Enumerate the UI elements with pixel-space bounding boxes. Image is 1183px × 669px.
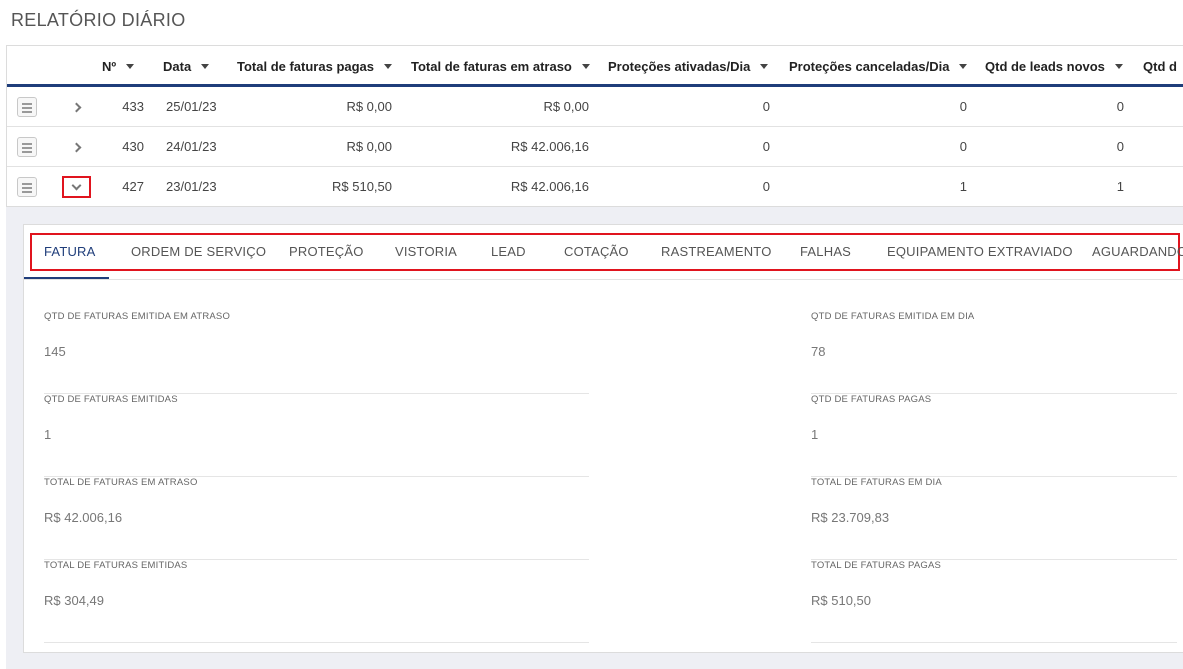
tab-fatura[interactable]: FATURA (44, 244, 96, 259)
chevron-right-icon (71, 142, 82, 152)
cell-activated: 0 (762, 99, 770, 114)
caret-down-icon[interactable] (126, 64, 135, 70)
hamburger-icon[interactable] (17, 137, 37, 157)
cell-leads: 0 (1116, 139, 1124, 154)
caret-down-icon[interactable] (384, 64, 393, 70)
chevron-right-icon (71, 102, 82, 112)
tab-cotacao[interactable]: COTAÇÃO (564, 244, 629, 259)
tab-lead[interactable]: LEAD (491, 244, 526, 259)
row-expand-button[interactable] (62, 136, 91, 158)
tab-ordem-de-servico[interactable]: ORDEM DE SERVIÇO (131, 244, 266, 259)
cell-canceled: 0 (959, 99, 967, 114)
tab-aguardando[interactable]: AGUARDANDO (1092, 244, 1183, 259)
tabs-divider (24, 279, 1183, 280)
caret-down-icon[interactable] (581, 64, 590, 70)
field-on-time-total: TOTAL DE FATURAS EM DIA R$ 23.709,83 (811, 477, 1177, 560)
field-paid-total: TOTAL DE FATURAS PAGAS R$ 510,50 (811, 560, 1177, 643)
caret-down-icon[interactable] (760, 64, 769, 70)
cell-leads: 1 (1116, 179, 1124, 194)
cell-canceled: 1 (959, 179, 967, 194)
tab-falhas[interactable]: FALHAS (800, 244, 851, 259)
caret-down-icon[interactable] (201, 64, 210, 70)
cell-date: 25/01/23 (166, 99, 217, 114)
tab-equipamento-extraviado[interactable]: EQUIPAMENTO EXTRAVIADO (887, 244, 1073, 259)
cell-number: 433 (122, 99, 144, 114)
cell-number: 430 (122, 139, 144, 154)
tab-protecao[interactable]: PROTEÇÃO (289, 244, 364, 259)
table-row: 427 23/01/23 R$ 510,50 R$ 42.006,16 0 1 … (7, 167, 1183, 206)
caret-down-icon[interactable] (1114, 64, 1123, 70)
cell-date: 23/01/23 (166, 179, 217, 194)
column-header-late-invoices[interactable]: Total de faturas em atraso (411, 59, 590, 74)
field-issued-total: TOTAL DE FATURAS EMITIDAS R$ 304,49 (44, 560, 589, 643)
tab-vistoria[interactable]: VISTORIA (395, 244, 457, 259)
page-title: RELATÓRIO DIÁRIO (11, 10, 186, 30)
cell-canceled: 0 (959, 139, 967, 154)
cell-leads: 0 (1116, 99, 1124, 114)
cell-late: R$ 0,00 (543, 99, 589, 114)
field-late-issued-count: QTD DE FATURAS EMITIDA EM ATRASO 145 (44, 311, 589, 394)
chevron-down-icon (71, 180, 82, 190)
row-collapse-button[interactable] (62, 176, 91, 198)
column-header-new-leads[interactable]: Qtd de leads novos (985, 59, 1123, 74)
table-row: 433 25/01/23 R$ 0,00 R$ 0,00 0 0 0 (7, 87, 1183, 127)
daily-report-table: Nº Data Total de faturas pagas Total de … (6, 45, 1183, 207)
detail-card: FATURA ORDEM DE SERVIÇO PROTEÇÃO VISTORI… (23, 224, 1183, 653)
row-expand-button[interactable] (62, 96, 91, 118)
cell-paid: R$ 0,00 (346, 99, 392, 114)
cell-activated: 0 (762, 139, 770, 154)
column-header-canceled-protections[interactable]: Proteções canceladas/Dia (789, 59, 968, 74)
field-issued-count: QTD DE FATURAS EMITIDAS 1 (44, 394, 589, 477)
column-header-paid-invoices[interactable]: Total de faturas pagas (237, 59, 393, 74)
column-header-activated-protections[interactable]: Proteções ativadas/Dia (608, 59, 769, 74)
column-header-date[interactable]: Data (163, 59, 210, 74)
hamburger-icon[interactable] (17, 177, 37, 197)
tab-rastreamento[interactable]: RASTREAMENTO (661, 244, 772, 259)
hamburger-icon[interactable] (17, 97, 37, 117)
field-paid-count: QTD DE FATURAS PAGAS 1 (811, 394, 1177, 477)
cell-late: R$ 42.006,16 (510, 179, 589, 194)
table-header: Nº Data Total de faturas pagas Total de … (7, 46, 1183, 87)
cell-date: 24/01/23 (166, 139, 217, 154)
cell-late: R$ 42.006,16 (510, 139, 589, 154)
column-header-number[interactable]: Nº (102, 59, 135, 74)
cell-paid: R$ 510,50 (332, 179, 392, 194)
cell-activated: 0 (762, 179, 770, 194)
cell-paid: R$ 0,00 (346, 139, 392, 154)
field-late-total: TOTAL DE FATURAS EM ATRASO R$ 42.006,16 (44, 477, 589, 560)
field-on-time-issued-count: QTD DE FATURAS EMITIDA EM DIA 78 (811, 311, 1177, 394)
cell-number: 427 (122, 179, 144, 194)
table-row: 430 24/01/23 R$ 0,00 R$ 42.006,16 0 0 0 (7, 127, 1183, 167)
caret-down-icon[interactable] (959, 64, 968, 70)
column-header-truncated[interactable]: Qtd d (1143, 59, 1177, 74)
